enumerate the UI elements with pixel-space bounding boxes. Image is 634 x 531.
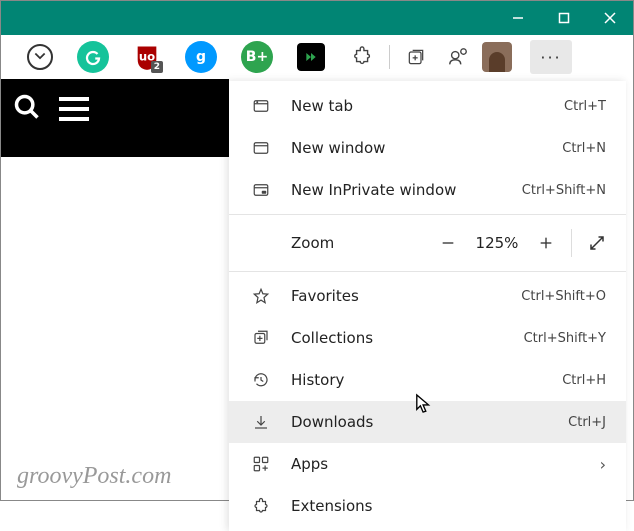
ublock-extension-icon[interactable]: uo 2: [133, 43, 161, 71]
settings-menu: New tab Ctrl+T New window Ctrl+N New InP…: [229, 81, 626, 531]
menu-extensions[interactable]: Extensions: [229, 485, 626, 527]
menu-label: Favorites: [291, 287, 521, 305]
menu-label: Extensions: [291, 497, 606, 515]
menu-label: Downloads: [291, 413, 568, 431]
zoom-in-button[interactable]: [525, 223, 567, 263]
history-icon: [249, 371, 273, 389]
toolbar-separator: [389, 45, 390, 69]
menu-label: Apps: [291, 455, 600, 473]
close-button[interactable]: [587, 1, 633, 35]
menu-history[interactable]: History Ctrl+H: [229, 359, 626, 401]
fastforward-extension-icon[interactable]: [297, 43, 325, 71]
maximize-button[interactable]: [541, 1, 587, 35]
extensions-puzzle-icon[interactable]: [345, 39, 381, 75]
extensions-menu-icon: [249, 497, 273, 515]
ublock-badge: 2: [151, 61, 163, 73]
bplus-extension-icon[interactable]: B+: [241, 41, 273, 73]
menu-shortcut: Ctrl+Shift+Y: [524, 331, 606, 346]
new-tab-icon: [249, 97, 273, 115]
menu-downloads[interactable]: Downloads Ctrl+J: [229, 401, 626, 443]
menu-divider: [229, 214, 626, 215]
zoom-separator: [571, 229, 572, 257]
search-icon[interactable]: [13, 93, 41, 121]
minimize-button[interactable]: [495, 1, 541, 35]
new-window-icon: [249, 139, 273, 157]
window-titlebar: [1, 1, 633, 35]
apps-icon: [249, 455, 273, 473]
menu-divider: [229, 271, 626, 272]
menu-label: New tab: [291, 97, 564, 115]
menu-new-window[interactable]: New window Ctrl+N: [229, 127, 626, 169]
menu-shortcut: Ctrl+Shift+N: [522, 183, 606, 198]
menu-label: New window: [291, 139, 562, 157]
menu-collections[interactable]: Collections Ctrl+Shift+Y: [229, 317, 626, 359]
zoom-value: 125%: [469, 234, 525, 252]
menu-new-tab[interactable]: New tab Ctrl+T: [229, 85, 626, 127]
favorites-icon: [249, 287, 273, 305]
menu-shortcut: Ctrl+T: [564, 99, 606, 114]
settings-more-button[interactable]: ···: [530, 40, 572, 74]
menu-zoom-row: Zoom 125%: [229, 218, 626, 268]
collections-menu-icon: [249, 329, 273, 347]
hamburger-menu-icon[interactable]: [59, 97, 89, 121]
menu-shortcut: Ctrl+N: [562, 141, 606, 156]
zoom-out-button[interactable]: [427, 223, 469, 263]
chevron-right-icon: ›: [600, 455, 606, 474]
inprivate-icon: [249, 181, 273, 199]
menu-shortcut: Ctrl+H: [562, 373, 606, 388]
zoom-label: Zoom: [291, 234, 427, 252]
grammarly-extension-icon[interactable]: [77, 41, 109, 73]
page-header: [1, 79, 229, 157]
menu-new-inprivate[interactable]: New InPrivate window Ctrl+Shift+N: [229, 169, 626, 211]
feedback-icon[interactable]: [440, 39, 476, 75]
menu-shortcut: Ctrl+Shift+O: [521, 289, 606, 304]
fullscreen-button[interactable]: [576, 223, 618, 263]
menu-favorites[interactable]: Favorites Ctrl+Shift+O: [229, 275, 626, 317]
watermark-text: groovyPost.com: [17, 463, 171, 490]
menu-apps[interactable]: Apps ›: [229, 443, 626, 485]
menu-label: New InPrivate window: [291, 181, 522, 199]
menu-shortcut: Ctrl+J: [568, 415, 606, 430]
pocket-extension-icon[interactable]: [27, 44, 53, 70]
g-extension-icon[interactable]: g: [185, 41, 217, 73]
browser-toolbar: uo 2 g B+ ···: [1, 35, 633, 79]
downloads-icon: [249, 413, 273, 431]
collections-icon[interactable]: [398, 39, 434, 75]
menu-label: Collections: [291, 329, 524, 347]
menu-label: History: [291, 371, 562, 389]
profile-avatar[interactable]: [482, 42, 512, 72]
